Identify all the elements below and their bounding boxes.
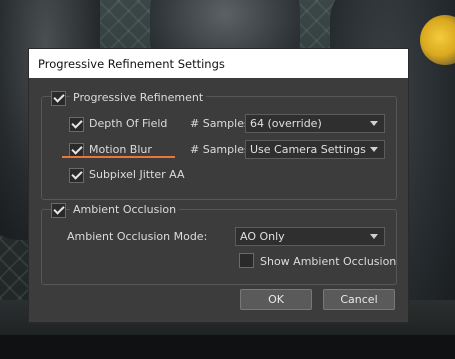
bottom-band xyxy=(0,335,455,359)
ao-mode-label: Ambient Occlusion Mode: xyxy=(67,230,208,243)
show-ambient-occlusion-label: Show Ambient Occlusion xyxy=(260,255,397,268)
dof-samples-dropdown[interactable]: 64 (override) xyxy=(245,114,385,133)
dof-samples-label: # Samples xyxy=(190,117,250,130)
motion-blur-samples-value: Use Camera Settings xyxy=(250,143,366,156)
dof-samples-value: 64 (override) xyxy=(250,117,322,130)
dialog-title: Progressive Refinement Settings xyxy=(38,57,225,71)
progressive-refinement-dialog: Progressive Refinement Settings Progress… xyxy=(29,49,408,322)
ambient-occlusion-group xyxy=(41,209,397,285)
ao-mode-dropdown[interactable]: AO Only xyxy=(235,227,385,246)
motion-blur-samples-dropdown[interactable]: Use Camera Settings xyxy=(245,140,385,159)
ambient-occlusion-label: Ambient Occlusion xyxy=(70,203,180,216)
show-ambient-occlusion-checkbox[interactable] xyxy=(239,253,254,268)
cancel-button[interactable]: Cancel xyxy=(323,289,395,310)
depth-of-field-label: Depth Of Field xyxy=(89,117,168,130)
ok-button[interactable]: OK xyxy=(240,289,312,310)
subpixel-jitter-checkbox[interactable] xyxy=(69,168,84,183)
progressive-refinement-checkbox[interactable] xyxy=(51,91,66,106)
dialog-titlebar: Progressive Refinement Settings xyxy=(29,49,408,78)
motion-blur-label: Motion Blur xyxy=(89,143,152,156)
ambient-occlusion-checkbox[interactable] xyxy=(51,203,66,218)
progressive-refinement-label: Progressive Refinement xyxy=(70,91,207,104)
motion-blur-samples-label: # Samples xyxy=(190,143,250,156)
chevron-down-icon xyxy=(370,234,378,239)
subpixel-jitter-label: Subpixel Jitter AA xyxy=(89,168,185,181)
ao-mode-value: AO Only xyxy=(240,230,285,243)
depth-of-field-checkbox[interactable] xyxy=(69,117,84,132)
motion-blur-highlight-underline xyxy=(62,156,175,158)
chevron-down-icon xyxy=(370,121,378,126)
chevron-down-icon xyxy=(370,147,378,152)
